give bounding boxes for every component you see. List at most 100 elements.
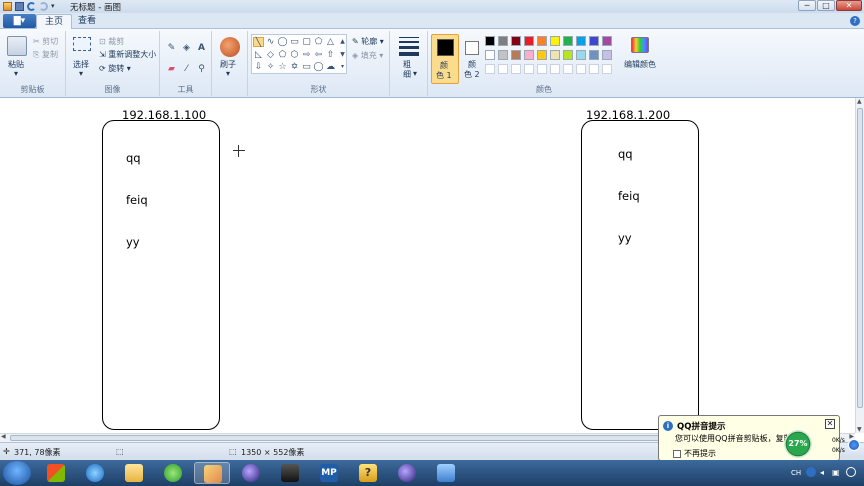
save-icon[interactable]	[15, 2, 24, 11]
crop-button[interactable]: ⊡ 裁剪	[99, 36, 124, 47]
line-shape-icon[interactable]: ╲	[253, 37, 264, 48]
tab-view[interactable]: 查看	[70, 14, 104, 29]
dont-show-again-checkbox[interactable]: 不再提示	[673, 448, 716, 459]
palette-swatch[interactable]	[563, 36, 573, 46]
palette-swatch-empty[interactable]	[498, 64, 508, 74]
redo-icon[interactable]	[39, 2, 48, 11]
palette-swatch-empty[interactable]	[537, 64, 547, 74]
palette-swatch[interactable]	[511, 36, 521, 46]
left-arrow-shape-icon[interactable]: ⇦	[313, 50, 324, 60]
size-label-thin[interactable]: 细	[403, 69, 411, 80]
shield-icon[interactable]	[848, 439, 860, 451]
undo-icon[interactable]	[27, 2, 36, 11]
up-arrow-shape-icon[interactable]: ⇧	[325, 50, 336, 60]
palette-swatch[interactable]	[498, 50, 508, 60]
rotate-button[interactable]: ⟳ 旋转 ▾	[99, 63, 131, 74]
tab-home[interactable]: 主页	[36, 14, 73, 29]
palette-swatch[interactable]	[563, 50, 573, 60]
rect-callout-shape-icon[interactable]: ▭	[301, 62, 312, 72]
palette-swatch-empty[interactable]	[485, 64, 495, 74]
hexagon-shape-icon[interactable]: ⬡	[289, 50, 300, 60]
palette-swatch[interactable]	[589, 50, 599, 60]
five-point-star-shape-icon[interactable]: ☆	[277, 62, 288, 72]
pentagon-shape-icon[interactable]: ⬠	[277, 50, 288, 60]
memory-gauge[interactable]: 27%	[784, 430, 812, 458]
fill-button[interactable]: ◈ 填充 ▾	[352, 50, 383, 61]
cut-button[interactable]: ✂ 剪切	[33, 36, 58, 47]
maximize-button[interactable]: □	[817, 0, 835, 11]
taskbar-item[interactable]	[428, 462, 464, 484]
palette-swatch[interactable]	[524, 50, 534, 60]
taskbar-item[interactable]: ?	[350, 462, 386, 484]
taskbar-item[interactable]: MP	[311, 462, 347, 484]
tray-help-icon[interactable]	[806, 467, 816, 477]
taskbar-item[interactable]	[389, 462, 425, 484]
pencil-icon[interactable]: ✎	[166, 43, 177, 53]
vertical-scroll-thumb[interactable]	[857, 108, 863, 408]
taskbar-item[interactable]	[116, 462, 152, 484]
paste-dropdown-icon[interactable]: ▾	[14, 69, 18, 78]
taskbar-item[interactable]	[77, 462, 113, 484]
cloud-callout-shape-icon[interactable]: ☁	[325, 62, 336, 72]
color1-selector[interactable]: 颜 色 1	[431, 34, 459, 84]
triangle-shape-icon[interactable]: △	[325, 37, 336, 47]
help-icon[interactable]: ?	[850, 16, 860, 26]
eraser-icon[interactable]: ▰	[166, 64, 177, 74]
right-triangle-shape-icon[interactable]: ◺	[253, 50, 264, 60]
fill-bucket-icon[interactable]: ◈	[181, 43, 192, 53]
size-dropdown-icon[interactable]: ▾	[413, 69, 417, 78]
palette-swatch[interactable]	[550, 50, 560, 60]
taskbar-item[interactable]	[233, 462, 269, 484]
scroll-up-icon[interactable]: ▲	[857, 98, 862, 105]
palette-swatch[interactable]	[602, 50, 612, 60]
palette-swatch[interactable]	[602, 36, 612, 46]
down-arrow-shape-icon[interactable]: ⇩	[253, 62, 264, 72]
palette-swatch-empty[interactable]	[576, 64, 586, 74]
select-dropdown-icon[interactable]: ▾	[79, 69, 83, 78]
copy-button[interactable]: ⎘ 复制	[33, 49, 58, 60]
palette-swatch-empty[interactable]	[550, 64, 560, 74]
taskbar-item-paint[interactable]	[194, 462, 230, 484]
notification-close-button[interactable]: ✕	[825, 419, 835, 429]
edit-colors-icon[interactable]	[631, 37, 649, 53]
quick-access-dropdown-icon[interactable]: ▾	[51, 2, 60, 11]
shapes-scroll-down-icon[interactable]: ▼	[337, 50, 348, 60]
brushes-dropdown-icon[interactable]: ▾	[226, 69, 230, 78]
line-size-icon[interactable]	[399, 37, 419, 56]
palette-swatch[interactable]	[537, 36, 547, 46]
outline-button[interactable]: ✎ 轮廓 ▾	[352, 36, 384, 47]
oval-callout-shape-icon[interactable]: ◯	[313, 62, 324, 72]
palette-swatch[interactable]	[589, 36, 599, 46]
taskbar-item[interactable]	[38, 462, 74, 484]
curve-shape-icon[interactable]: ∿	[265, 37, 276, 47]
magnifier-icon[interactable]: ⚲	[196, 64, 207, 74]
text-tool-icon[interactable]: A	[196, 43, 207, 53]
palette-swatch-empty[interactable]	[589, 64, 599, 74]
shapes-expand-icon[interactable]: ▾	[337, 62, 348, 72]
palette-swatch[interactable]	[485, 50, 495, 60]
resize-button[interactable]: ⇲ 重新调整大小	[99, 49, 156, 60]
paint-app-icon[interactable]	[3, 2, 12, 11]
palette-swatch[interactable]	[485, 36, 495, 46]
taskbar-item[interactable]	[272, 462, 308, 484]
vertical-scrollbar[interactable]: ▲ ▼	[855, 98, 864, 433]
tray-volume-icon[interactable]: ◂	[820, 468, 824, 477]
close-button[interactable]: ✕	[836, 0, 862, 11]
minimize-button[interactable]: ─	[798, 0, 816, 11]
start-button[interactable]	[3, 461, 31, 485]
input-language[interactable]: CH	[791, 469, 801, 477]
scroll-down-icon[interactable]: ▼	[857, 426, 862, 433]
paste-icon[interactable]	[7, 36, 27, 56]
palette-swatch[interactable]	[576, 36, 586, 46]
palette-swatch[interactable]	[498, 36, 508, 46]
shapes-scroll-up-icon[interactable]: ▲	[337, 37, 348, 47]
palette-swatch[interactable]	[576, 50, 586, 60]
polygon-shape-icon[interactable]: ⬠	[313, 37, 324, 47]
rectangle-shape-icon[interactable]: ▭	[289, 37, 300, 47]
color2-selector[interactable]: 颜 色 2	[461, 34, 487, 84]
palette-swatch[interactable]	[537, 50, 547, 60]
taskbar-item[interactable]	[155, 462, 191, 484]
diamond-shape-icon[interactable]: ◇	[265, 50, 276, 60]
app-menu-button[interactable]: ▇▾	[3, 14, 36, 28]
tray-network-icon[interactable]: ▣	[832, 468, 840, 477]
